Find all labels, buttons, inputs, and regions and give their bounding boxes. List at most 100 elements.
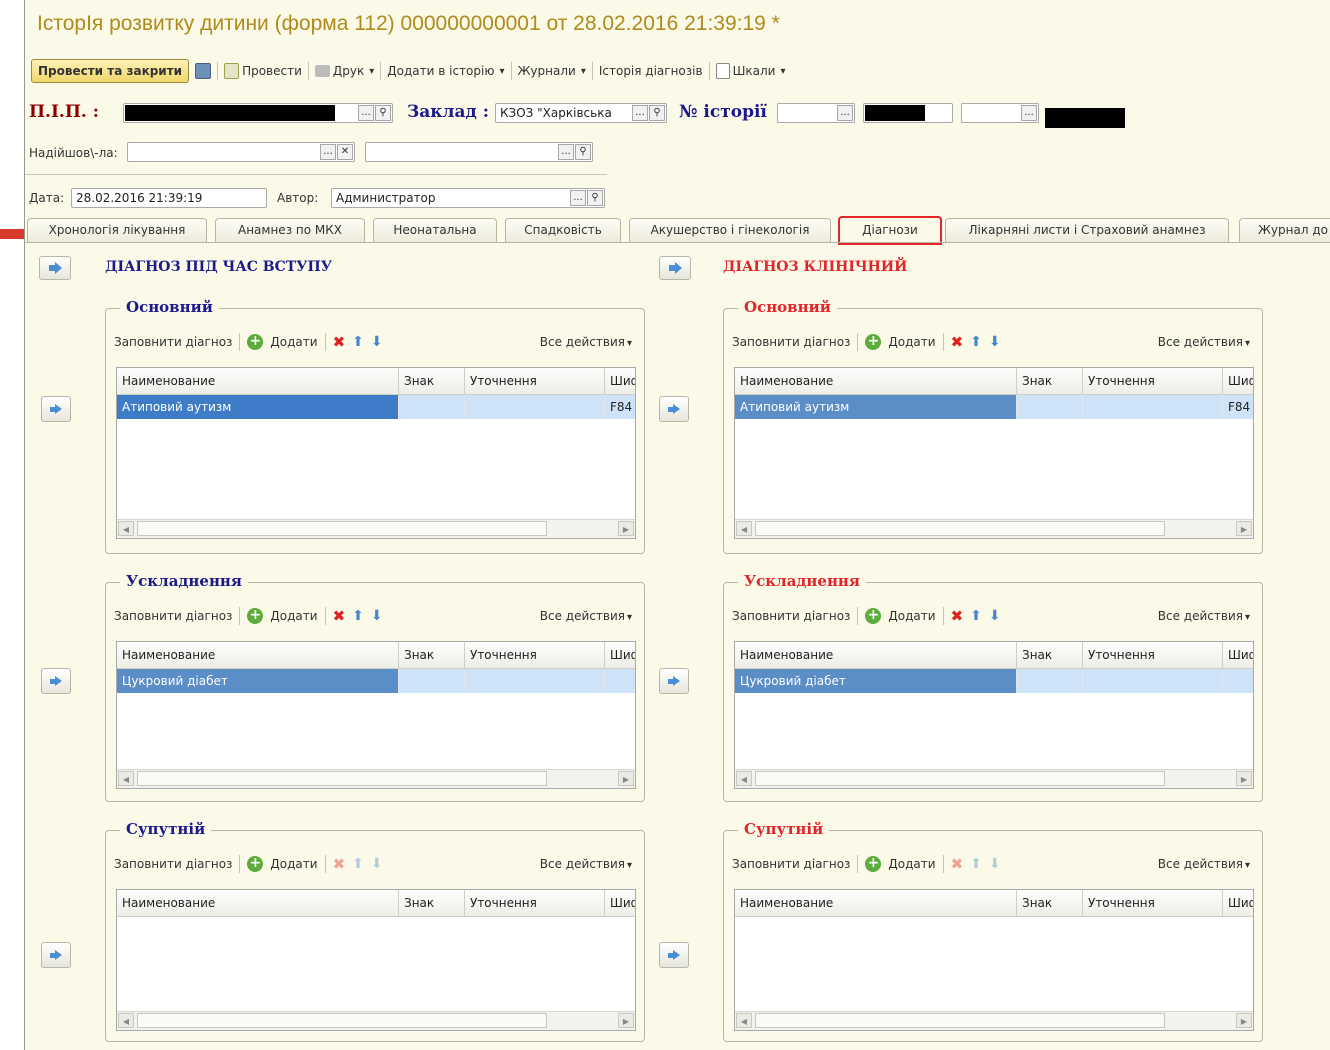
- column-sign[interactable]: Знак: [1017, 368, 1083, 394]
- column-specification[interactable]: Уточнення: [1083, 890, 1223, 916]
- column-name[interactable]: Наименование: [117, 368, 399, 394]
- column-code[interactable]: Шифр: [605, 642, 635, 668]
- search-icon[interactable]: ⚲: [649, 105, 665, 121]
- tab-heredity[interactable]: Спадковість: [505, 218, 621, 242]
- add-icon[interactable]: +: [865, 608, 882, 624]
- scroll-left-icon[interactable]: ◀: [736, 1013, 752, 1028]
- column-code[interactable]: Шифр: [605, 890, 635, 916]
- column-sign[interactable]: Знак: [399, 368, 465, 394]
- scroll-right-icon[interactable]: ▶: [618, 1013, 634, 1028]
- add-button[interactable]: Додати: [270, 857, 317, 871]
- move-down-icon[interactable]: ⬇: [371, 608, 383, 624]
- move-up-icon[interactable]: ⬆: [970, 334, 982, 350]
- tab-treatment-chronology[interactable]: Хронологія лікування: [27, 218, 207, 242]
- add-icon[interactable]: +: [247, 856, 264, 872]
- fill-diagnosis-button[interactable]: Заповнити діагноз: [114, 335, 232, 349]
- all-actions-menu[interactable]: Все действия: [1158, 335, 1250, 349]
- transfer-row-button[interactable]: [41, 668, 71, 694]
- tab-obstetrics[interactable]: Акушерство і гінекологія: [629, 218, 831, 242]
- diagnosis-history-button[interactable]: Історія діагнозів: [599, 64, 703, 78]
- fill-diagnosis-button[interactable]: Заповнити діагноз: [114, 857, 232, 871]
- all-actions-menu[interactable]: Все действия: [540, 335, 632, 349]
- tab-anamnesis-mkh[interactable]: Анамнез по МКХ: [215, 218, 365, 242]
- column-specification[interactable]: Уточнення: [465, 368, 605, 394]
- scroll-thumb[interactable]: [137, 521, 547, 536]
- arrived-detail-field[interactable]: ... ⚲: [365, 142, 593, 162]
- scroll-right-icon[interactable]: ▶: [1236, 521, 1252, 536]
- transfer-row-button[interactable]: [659, 942, 689, 968]
- column-sign[interactable]: Знак: [399, 642, 465, 668]
- table-row[interactable]: Цукровий діабет: [117, 669, 635, 693]
- scroll-right-icon[interactable]: ▶: [1236, 771, 1252, 786]
- history-series-field[interactable]: [863, 103, 953, 123]
- search-icon[interactable]: ⚲: [587, 190, 603, 206]
- column-sign[interactable]: Знак: [399, 890, 465, 916]
- transfer-button[interactable]: [659, 256, 691, 280]
- table-row[interactable]: Атиповий аутизм F84: [735, 395, 1253, 419]
- scroll-left-icon[interactable]: ◀: [118, 1013, 134, 1028]
- date-field[interactable]: 28.02.2016 21:39:19: [71, 188, 267, 208]
- select-button[interactable]: ...: [320, 144, 336, 160]
- select-button[interactable]: ...: [837, 105, 853, 121]
- scroll-thumb[interactable]: [755, 521, 1165, 536]
- transfer-button[interactable]: [39, 256, 71, 280]
- all-actions-menu[interactable]: Все действия: [540, 857, 632, 871]
- scales-menu[interactable]: Шкали: [715, 63, 786, 79]
- select-button[interactable]: ...: [558, 144, 574, 160]
- scroll-thumb[interactable]: [137, 771, 547, 786]
- delete-icon[interactable]: ✖: [333, 607, 346, 625]
- select-button[interactable]: ...: [358, 105, 374, 121]
- tab-neonatal[interactable]: Неонатальна: [373, 218, 497, 242]
- column-sign[interactable]: Знак: [1017, 642, 1083, 668]
- tab-journal[interactable]: Журнал до: [1239, 218, 1330, 242]
- clear-icon[interactable]: ✕: [337, 144, 353, 160]
- fill-diagnosis-button[interactable]: Заповнити діагноз: [732, 335, 850, 349]
- transfer-row-button[interactable]: [41, 942, 71, 968]
- save-icon[interactable]: [195, 63, 212, 79]
- scroll-left-icon[interactable]: ◀: [736, 771, 752, 786]
- fill-diagnosis-button[interactable]: Заповнити діагноз: [114, 609, 232, 623]
- tab-sick-leaves[interactable]: Лікарняні листи і Страховий анамнез: [945, 218, 1229, 242]
- tab-diagnoses[interactable]: Діагнози: [838, 216, 942, 245]
- add-button[interactable]: Додати: [888, 335, 935, 349]
- arrived-field[interactable]: ... ✕: [127, 142, 355, 162]
- scroll-right-icon[interactable]: ▶: [1236, 1013, 1252, 1028]
- select-button[interactable]: ...: [570, 190, 586, 206]
- history-number-field[interactable]: ...: [777, 103, 855, 123]
- add-button[interactable]: Додати: [270, 335, 317, 349]
- all-actions-menu[interactable]: Все действия: [1158, 857, 1250, 871]
- column-code[interactable]: Шифр: [1223, 368, 1253, 394]
- move-up-icon[interactable]: ⬆: [352, 608, 364, 624]
- add-button[interactable]: Додати: [888, 609, 935, 623]
- delete-icon[interactable]: ✖: [951, 333, 964, 351]
- add-icon[interactable]: +: [247, 608, 264, 624]
- all-actions-menu[interactable]: Все действия: [1158, 609, 1250, 623]
- journals-menu[interactable]: Журнали: [518, 64, 586, 78]
- scroll-left-icon[interactable]: ◀: [118, 521, 134, 536]
- column-name[interactable]: Наименование: [117, 642, 399, 668]
- horizontal-scrollbar[interactable]: ◀ ▶: [735, 769, 1253, 788]
- column-sign[interactable]: Знак: [1017, 890, 1083, 916]
- select-button[interactable]: ...: [1021, 105, 1037, 121]
- fill-diagnosis-button[interactable]: Заповнити діагноз: [732, 857, 850, 871]
- move-down-icon[interactable]: ⬇: [989, 608, 1001, 624]
- column-name[interactable]: Наименование: [735, 368, 1017, 394]
- search-icon[interactable]: ⚲: [375, 105, 391, 121]
- scroll-thumb[interactable]: [755, 771, 1165, 786]
- column-specification[interactable]: Уточнення: [1083, 642, 1223, 668]
- column-code[interactable]: Шифр: [1223, 642, 1253, 668]
- transfer-row-button[interactable]: [659, 396, 689, 422]
- add-button[interactable]: Додати: [270, 609, 317, 623]
- post-button[interactable]: Провести: [224, 63, 302, 79]
- move-up-icon[interactable]: ⬆: [352, 334, 364, 350]
- column-specification[interactable]: Уточнення: [465, 642, 605, 668]
- select-button[interactable]: ...: [632, 105, 648, 121]
- scroll-left-icon[interactable]: ◀: [736, 521, 752, 536]
- column-code[interactable]: Шифр: [1223, 890, 1253, 916]
- zaklad-field[interactable]: КЗОЗ "Харківська ... ⚲: [495, 103, 667, 123]
- scroll-left-icon[interactable]: ◀: [118, 771, 134, 786]
- column-name[interactable]: Наименование: [735, 890, 1017, 916]
- add-button[interactable]: Додати: [888, 857, 935, 871]
- print-menu[interactable]: Друк: [314, 64, 374, 78]
- scroll-thumb[interactable]: [137, 1013, 547, 1028]
